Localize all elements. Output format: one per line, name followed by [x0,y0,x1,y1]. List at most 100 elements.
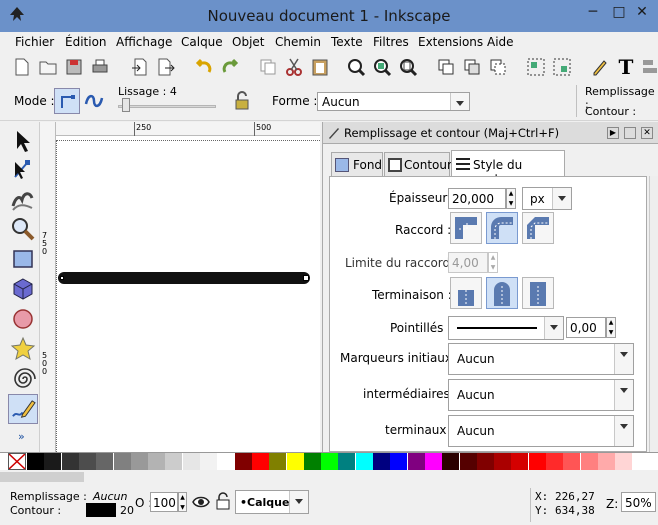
smoothing-slider[interactable] [118,105,216,108]
butt-cap-button[interactable] [450,277,482,309]
menu-extensions[interactable]: Extensions [418,35,483,49]
zoom-selection-icon[interactable] [346,57,366,77]
opacity-input[interactable]: 100 [150,492,178,512]
color-swatch[interactable] [373,453,390,470]
3d-box-tool-icon[interactable] [10,276,36,302]
ellipse-tool-icon[interactable] [10,306,36,332]
round-cap-button[interactable] [486,277,518,309]
maximize-button[interactable]: □ [608,2,630,24]
color-swatch[interactable] [615,453,633,470]
clone-icon[interactable] [462,57,482,77]
unlock-icon[interactable] [215,492,231,510]
color-swatch[interactable] [200,453,217,470]
color-swatch[interactable] [407,453,425,470]
color-swatch[interactable] [355,453,373,470]
menu-affichage[interactable]: Affichage [116,35,172,49]
drawn-stroke-path[interactable] [58,272,310,284]
tab-contour[interactable]: Contour [384,152,452,176]
zoom-tool-icon[interactable] [10,216,36,242]
open-folder-icon[interactable] [38,57,58,77]
color-swatch[interactable] [511,453,529,470]
save-icon[interactable] [64,57,84,77]
node-tool-icon[interactable] [10,156,36,182]
mid-markers-select[interactable]: Aucun [448,379,634,411]
layer-select[interactable]: •Calque 1 [235,490,309,514]
unlink-clone-icon[interactable] [488,57,508,77]
color-swatch[interactable] [113,453,131,470]
color-swatch[interactable] [580,453,598,470]
more-tools-icon[interactable]: » [18,430,25,443]
color-swatch[interactable] [338,453,356,470]
duplicate-icon[interactable] [436,57,456,77]
stroke-color-swatch[interactable] [86,503,116,517]
spiro-path-icon[interactable] [84,92,104,110]
color-swatch[interactable] [61,453,79,470]
menu-chemin[interactable]: Chemin [275,35,321,49]
color-swatch[interactable] [130,453,148,470]
color-swatch[interactable] [234,453,252,470]
paste-icon[interactable] [310,57,330,77]
color-swatch[interactable] [390,453,408,470]
dialog-close-icon[interactable]: ✕ [641,127,653,139]
color-swatch[interactable] [321,453,339,470]
tab-fond[interactable]: Fond [331,152,383,176]
undo-icon[interactable] [194,57,214,77]
close-button[interactable]: ✕ [630,2,654,24]
dash-offset-input[interactable]: 0,00 [566,317,606,338]
color-swatch[interactable] [528,453,546,470]
cut-icon[interactable] [284,57,304,77]
rectangle-tool-icon[interactable] [10,246,36,272]
star-tool-icon[interactable] [10,336,36,362]
redo-icon[interactable] [220,57,240,77]
color-swatch[interactable] [182,453,200,470]
dialog-float-icon[interactable] [624,127,636,139]
color-swatch[interactable] [217,453,235,470]
spiral-tool-icon[interactable] [10,366,36,392]
square-cap-button[interactable] [522,277,554,309]
start-markers-select[interactable]: Aucun [448,343,634,375]
color-swatch[interactable] [476,453,494,470]
menu-calque[interactable]: Calque [181,35,223,49]
xml-editor-icon[interactable] [590,57,610,77]
width-spinner[interactable]: ▲ ▼ [506,188,516,209]
color-swatch[interactable] [286,453,304,470]
path-node-end[interactable] [303,275,309,281]
pencil-tool-button[interactable] [8,394,38,424]
color-swatch[interactable] [78,453,96,470]
export-icon[interactable] [156,57,176,77]
align-icon[interactable] [640,57,658,77]
color-swatch[interactable] [424,453,442,470]
menu-filtres[interactable]: Filtres [373,35,409,49]
eye-icon[interactable] [192,494,210,510]
ungroup-icon[interactable] [552,57,572,77]
no-paint-swatch[interactable] [8,453,26,470]
import-icon[interactable] [130,57,150,77]
menu-edition[interactable]: Édition [65,35,107,49]
color-swatch[interactable] [251,453,269,470]
color-swatch[interactable] [494,453,512,470]
color-swatch[interactable] [597,453,615,470]
color-swatch[interactable] [165,453,183,470]
color-swatch[interactable] [269,453,287,470]
dialog-iconify-icon[interactable]: ▶ [607,127,619,139]
horizontal-scrollbar[interactable] [0,472,84,482]
selector-tool-icon[interactable] [10,128,36,154]
color-swatch[interactable] [148,453,166,470]
zoom-page-icon[interactable] [398,57,418,77]
menu-fichier[interactable]: Fichier [15,35,54,49]
color-swatch[interactable] [44,453,62,470]
color-swatch[interactable] [459,453,477,470]
unit-select[interactable]: px [522,187,572,210]
width-input[interactable]: 20,000 [448,188,506,209]
minimize-button[interactable]: ─ [580,2,606,24]
color-swatch[interactable] [563,453,581,470]
shape-select[interactable]: Aucun [317,92,470,111]
print-icon[interactable] [90,57,110,77]
color-swatch[interactable] [303,453,321,470]
smoothing-slider-handle[interactable] [122,98,130,112]
regular-bezier-mode-button[interactable] [54,88,80,114]
new-document-icon[interactable] [12,57,32,77]
color-swatch[interactable] [546,453,563,470]
color-swatch[interactable] [27,453,44,470]
zoom-drawing-icon[interactable] [372,57,392,77]
